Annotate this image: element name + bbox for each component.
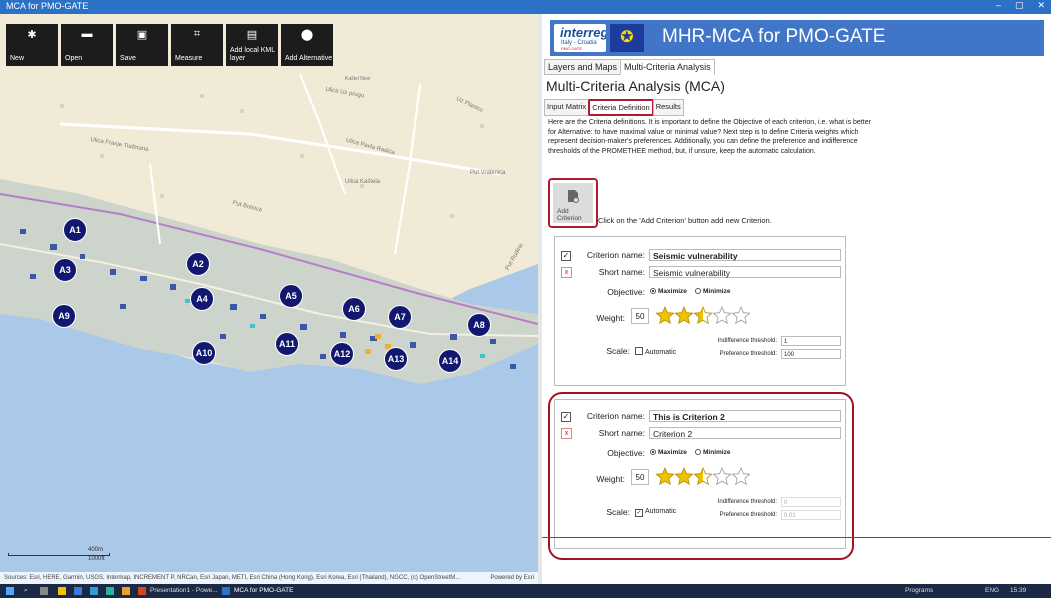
mca-pane: interreg Italy - Croatia PMO-GATE ✪ MHR-…	[542, 14, 1051, 584]
document-add-icon: ▤	[246, 29, 258, 41]
panel-divider	[542, 537, 1051, 538]
tab-multi-criteria-analysis[interactable]: Multi-Criteria Analysis	[620, 59, 715, 75]
alternative-marker-a4[interactable]: A4	[190, 287, 214, 311]
add-criterion-button[interactable]: Add Criterion	[553, 183, 593, 223]
add-criterion-hint: Click on the 'Add Criterion' button add …	[598, 216, 772, 225]
criterion-1-short-name-field[interactable]: Seismic vulnerability	[649, 266, 841, 278]
minimize-button[interactable]: –	[996, 0, 1001, 11]
tray-programs[interactable]: Programs	[905, 587, 933, 594]
measure-button[interactable]: ⌗ Measure	[171, 24, 223, 66]
star-icon[interactable]	[693, 306, 713, 325]
folder-icon: ▬	[81, 28, 93, 40]
open-button[interactable]: ▬ Open	[61, 24, 113, 66]
save-icon: ▣	[136, 29, 148, 41]
restore-button[interactable]: ▢	[1015, 0, 1024, 11]
criterion-1-indifference-field[interactable]: 1	[781, 336, 841, 346]
alternative-marker-a8[interactable]: A8	[467, 313, 491, 337]
app-icon[interactable]	[90, 587, 98, 595]
interreg-logo: interreg Italy - Croatia PMO-GATE	[554, 24, 606, 52]
app-icon[interactable]	[122, 587, 130, 595]
alternative-marker-a14[interactable]: A14	[438, 349, 462, 373]
scale-bar: 400m 1000ft	[8, 547, 110, 562]
powerpoint-icon[interactable]	[138, 587, 146, 595]
criterion-1-delete-button[interactable]: x	[561, 267, 572, 278]
criterion-1-name-field[interactable]: Seismic vulnerability	[649, 249, 841, 261]
add-alternative-button[interactable]: ⬤ Add Alternative	[281, 24, 333, 66]
alternative-marker-a13[interactable]: A13	[384, 347, 408, 371]
tab-input-matrix[interactable]: Input Matrix	[544, 99, 590, 116]
new-button[interactable]: ✱ New	[6, 24, 58, 66]
criterion-panel-1: ✓ Criterion name: Seismic vulnerability …	[554, 236, 846, 386]
close-button[interactable]: ✕	[1037, 0, 1045, 11]
map-pin-icon: ⬤	[300, 29, 314, 41]
file-explorer-icon[interactable]	[58, 587, 66, 595]
criterion-1-automatic-checkbox[interactable]: Automatic	[635, 347, 676, 356]
mca-subtabs: Input Matrix Criteria Definition Results	[544, 99, 684, 116]
tab-criteria-definition[interactable]: Criteria Definition	[588, 99, 654, 116]
new-icon: ✱	[27, 29, 37, 41]
criterion-1-star-rating[interactable]	[655, 306, 755, 326]
alternative-marker-a11[interactable]: A11	[275, 332, 299, 356]
search-icon[interactable]: ⌕	[24, 587, 28, 595]
task-view-icon[interactable]	[40, 587, 48, 595]
criterion-1-maximize-radio[interactable]: Maximize	[650, 288, 687, 295]
map-view[interactable]: ✱ New ▬ Open ▣ Save ⌗ Measure ▤ Add loca…	[0, 14, 538, 584]
criterion-1-checkbox[interactable]: ✓	[561, 251, 571, 261]
taskbar-item-mca[interactable]: MCA for PMO-GATE	[234, 587, 293, 594]
app-banner: interreg Italy - Croatia PMO-GATE ✪ MHR-…	[550, 20, 1044, 56]
add-kml-layer-button[interactable]: ▤ Add local KML layer	[226, 24, 278, 66]
alternative-marker-a7[interactable]: A7	[388, 305, 412, 329]
crop-icon: ⌗	[193, 28, 201, 40]
street-label: Ulica Kaštela	[345, 179, 381, 185]
alternative-marker-a1[interactable]: A1	[63, 218, 87, 242]
mca-app-icon[interactable]	[222, 587, 230, 595]
window-title: MCA for PMO-GATE	[6, 1, 89, 11]
criterion-1-preference-field[interactable]: 100	[781, 349, 841, 359]
alternative-marker-a3[interactable]: A3	[53, 258, 77, 282]
save-button[interactable]: ▣ Save	[116, 24, 168, 66]
page-title: Multi-Criteria Analysis (MCA)	[546, 78, 725, 94]
star-icon[interactable]	[655, 306, 675, 325]
taskbar: ⌕ Presentation1 - Powe... MCA for PMO-GA…	[0, 584, 1051, 598]
map-attribution: Sources: Esri, HERE, Garmin, USGS, Inter…	[0, 572, 538, 584]
star-icon[interactable]	[674, 306, 694, 325]
criterion-1-weight-field[interactable]: 50	[631, 308, 649, 324]
tab-results[interactable]: Results	[652, 99, 684, 116]
alternative-marker-a6[interactable]: A6	[342, 297, 366, 321]
alternative-marker-a12[interactable]: A12	[330, 342, 354, 366]
main-tabs: Layers and Maps Multi-Criteria Analysis	[544, 59, 715, 75]
browser-icon[interactable]	[106, 587, 114, 595]
alternative-marker-a10[interactable]: A10	[192, 341, 216, 365]
language-indicator[interactable]: ENG	[985, 587, 999, 594]
clock[interactable]: 15:39	[1010, 587, 1026, 594]
alternative-marker-a5[interactable]: A5	[279, 284, 303, 308]
eu-flag-icon: ✪	[610, 24, 644, 52]
taskbar-item-presentation[interactable]: Presentation1 - Powe...	[150, 587, 218, 594]
alternative-marker-a9[interactable]: A9	[52, 304, 76, 328]
criteria-description: Here are the Criteria definitions. It is…	[548, 119, 871, 155]
criterion-1-minimize-radio[interactable]: Minimize	[695, 288, 730, 295]
window-titlebar: MCA for PMO-GATE – ▢ ✕	[0, 0, 1051, 14]
windows-start-icon[interactable]	[6, 587, 14, 595]
app-icon[interactable]	[74, 587, 82, 595]
tab-layers-and-maps[interactable]: Layers and Maps	[544, 59, 622, 75]
map-toolbar: ✱ New ▬ Open ▣ Save ⌗ Measure ▤ Add loca…	[6, 24, 333, 66]
star-icon[interactable]	[731, 306, 751, 325]
criterion-2-highlight	[548, 392, 854, 560]
alternative-marker-a2[interactable]: A2	[186, 252, 210, 276]
star-icon[interactable]	[712, 306, 732, 325]
app-title: MHR-MCA for PMO-GATE	[662, 26, 886, 47]
street-label: Kaštel Novi	[345, 76, 371, 82]
add-criterion-highlight: Add Criterion	[548, 178, 598, 228]
street-label: Put Vrabinica	[470, 170, 506, 176]
document-add-icon	[553, 189, 593, 205]
